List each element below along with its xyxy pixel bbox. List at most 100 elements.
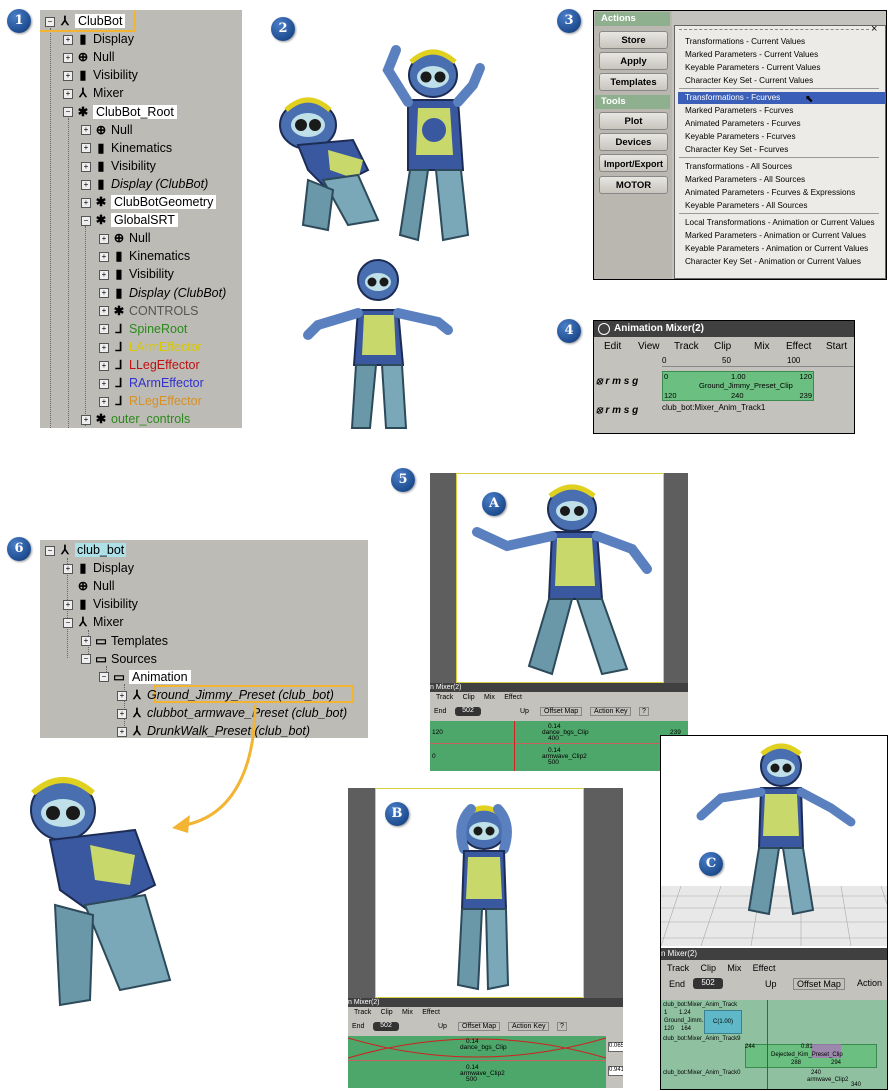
- motor-button[interactable]: MOTOR: [599, 176, 668, 194]
- menu-item[interactable]: Local Transformations - Animation or Cur…: [685, 217, 875, 229]
- offset-map-button[interactable]: Offset Map: [540, 707, 583, 716]
- expand-toggle-icon[interactable]: +: [81, 143, 91, 154]
- expand-toggle-icon[interactable]: −: [45, 545, 55, 556]
- end-field[interactable]: 502: [693, 978, 723, 989]
- expand-toggle-icon[interactable]: +: [117, 690, 127, 701]
- tree-item[interactable]: + ✱ ClubBotGeometry: [81, 193, 217, 211]
- expand-toggle-icon[interactable]: +: [81, 125, 91, 136]
- menu-item[interactable]: Keyable Parameters - All Sources: [685, 200, 807, 212]
- tree-item[interactable]: + ▭ Templates: [81, 632, 168, 650]
- tree-item[interactable]: + ▮ Display: [63, 30, 134, 48]
- expand-toggle-icon[interactable]: −: [63, 107, 73, 118]
- tree-item[interactable]: − ⅄ Mixer: [63, 613, 124, 631]
- expand-toggle-icon[interactable]: +: [99, 306, 109, 317]
- menu-clip[interactable]: Clip: [701, 963, 717, 973]
- action-key-button[interactable]: Action Key: [590, 707, 632, 716]
- tree-item[interactable]: + ⅃ RArmEffector: [99, 374, 204, 392]
- tree-item[interactable]: − ✱ GlobalSRT: [81, 211, 178, 229]
- expand-toggle-icon[interactable]: +: [99, 342, 109, 353]
- menu-effect[interactable]: Effect: [422, 1009, 440, 1016]
- menu-item[interactable]: Transformations - Fcurves: [678, 92, 885, 104]
- menu-view[interactable]: View: [638, 341, 660, 352]
- tree-item[interactable]: + ⅄ Mixer: [63, 84, 124, 102]
- expand-toggle-icon[interactable]: −: [63, 618, 73, 629]
- tree-item[interactable]: + ⊕ Null: [99, 229, 151, 247]
- playhead-c[interactable]: [767, 1000, 768, 1089]
- track-controls-1[interactable]: ⦻ r m s g: [596, 376, 638, 387]
- tree-item[interactable]: + ⅃ SpineRoot: [99, 320, 187, 338]
- menu-item[interactable]: Transformations - Current Values: [685, 36, 805, 48]
- tree-item[interactable]: + ▮ Kinematics: [99, 247, 190, 265]
- expand-toggle-icon[interactable]: +: [99, 378, 109, 389]
- devices-button[interactable]: Devices: [599, 133, 668, 151]
- menu-item[interactable]: Marked Parameters - Current Values: [685, 49, 818, 61]
- close-icon[interactable]: ×: [871, 23, 877, 35]
- expand-toggle-icon[interactable]: +: [81, 161, 91, 172]
- menu-item[interactable]: Animated Parameters - Fcurves & Expressi…: [685, 187, 855, 199]
- viewport-c[interactable]: [661, 736, 887, 946]
- tree-item[interactable]: + ▮ Visibility: [63, 595, 138, 613]
- menu-clip[interactable]: Clip: [463, 694, 475, 701]
- help-button[interactable]: ?: [639, 707, 649, 716]
- up-button[interactable]: Up: [765, 979, 777, 989]
- end-field[interactable]: 502: [373, 1022, 399, 1031]
- menu-effect[interactable]: Effect: [786, 341, 811, 352]
- menu-mix[interactable]: Mix: [402, 1009, 413, 1016]
- menu-track[interactable]: Track: [667, 963, 689, 973]
- tree-item[interactable]: + ✱ outer_controls: [81, 410, 190, 428]
- menu-clip[interactable]: Clip: [714, 341, 731, 352]
- expand-toggle-icon[interactable]: +: [81, 179, 91, 190]
- menu-item[interactable]: Keyable Parameters - Animation or Curren…: [685, 243, 868, 255]
- expand-toggle-icon[interactable]: +: [81, 636, 91, 647]
- playhead-a[interactable]: [514, 721, 515, 771]
- expand-toggle-icon[interactable]: +: [63, 600, 73, 610]
- expand-toggle-icon[interactable]: +: [99, 233, 109, 244]
- menu-item[interactable]: Marked Parameters - All Sources: [685, 174, 805, 186]
- expand-toggle-icon[interactable]: +: [99, 324, 109, 335]
- tree-item[interactable]: + ▮ Visibility: [63, 66, 138, 84]
- menu-item[interactable]: Keyable Parameters - Current Values: [685, 62, 820, 74]
- tree-item[interactable]: + ✱ CONTROLS: [99, 302, 198, 320]
- tree-item[interactable]: + ⊕ Null: [81, 121, 133, 139]
- menu-edit[interactable]: Edit: [604, 341, 621, 352]
- expand-toggle-icon[interactable]: +: [99, 252, 109, 262]
- action-key-button[interactable]: Action Key: [508, 1022, 550, 1031]
- tree-item[interactable]: ⊕ Null: [63, 577, 115, 595]
- tree-item[interactable]: + ⅃ LArmEffector: [99, 338, 202, 356]
- menu-item[interactable]: Keyable Parameters - Fcurves: [685, 131, 796, 143]
- plot-button[interactable]: Plot: [599, 112, 668, 130]
- menu-item[interactable]: Animated Parameters - Fcurves: [685, 118, 801, 130]
- expand-toggle-icon[interactable]: +: [99, 396, 109, 407]
- expand-toggle-icon[interactable]: −: [99, 672, 109, 683]
- expand-toggle-icon[interactable]: +: [117, 726, 127, 737]
- menu-track[interactable]: Track: [674, 341, 699, 352]
- expand-toggle-icon[interactable]: −: [81, 215, 91, 226]
- tree-item[interactable]: − ⅄ club_bot: [45, 541, 127, 559]
- tree-item[interactable]: − ▭ Sources: [81, 650, 157, 668]
- up-button[interactable]: Up: [438, 1023, 447, 1030]
- menu-item[interactable]: Character Key Set - Current Values: [685, 75, 813, 87]
- expand-toggle-icon[interactable]: −: [81, 654, 91, 665]
- expand-toggle-icon[interactable]: +: [63, 563, 73, 574]
- store-button[interactable]: Store: [599, 31, 668, 49]
- help-button[interactable]: ?: [557, 1022, 567, 1031]
- up-button[interactable]: Up: [520, 708, 529, 715]
- menu-item[interactable]: Marked Parameters - Fcurves: [685, 105, 793, 117]
- end-field[interactable]: 502: [455, 707, 481, 716]
- expand-toggle-icon[interactable]: +: [63, 89, 73, 100]
- expand-toggle-icon[interactable]: +: [63, 71, 73, 81]
- menu-clip[interactable]: Clip: [381, 1009, 393, 1016]
- menu-item[interactable]: Character Key Set - Fcurves: [685, 144, 788, 156]
- weight-field-2[interactable]: 0.941: [608, 1066, 623, 1076]
- tree-item[interactable]: + ▮ Display (ClubBot): [99, 284, 226, 302]
- menu-effect[interactable]: Effect: [753, 963, 776, 973]
- menu-mix[interactable]: Mix: [727, 963, 741, 973]
- menu-track[interactable]: Track: [354, 1009, 371, 1016]
- ground-jimmy-clip[interactable]: 0 1.00 120 Ground_Jimmy_Preset_Clip 120 …: [662, 371, 814, 401]
- tree-item[interactable]: + ▮ Kinematics: [81, 139, 172, 157]
- menu-track[interactable]: Track: [436, 694, 453, 701]
- tree-item[interactable]: + ▮ Visibility: [99, 265, 174, 283]
- templates-button[interactable]: Templates: [599, 73, 668, 91]
- import-export-button[interactable]: Import/Export: [599, 154, 668, 172]
- expand-toggle-icon[interactable]: +: [99, 270, 109, 281]
